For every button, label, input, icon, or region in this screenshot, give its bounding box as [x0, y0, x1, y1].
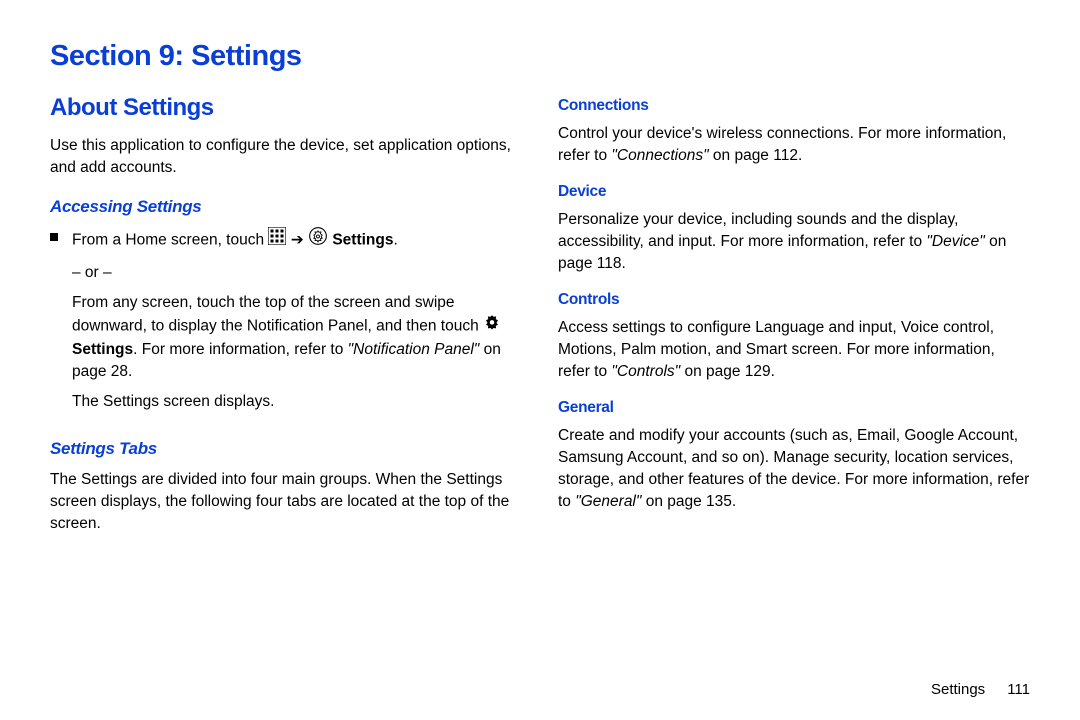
- footer-section-label: Settings: [931, 681, 985, 698]
- connections-heading: Connections: [558, 95, 1030, 117]
- about-settings-heading: About Settings: [50, 91, 522, 125]
- settings-tabs-heading: Settings Tabs: [50, 437, 522, 461]
- controls-heading: Controls: [558, 289, 1030, 311]
- connections-page-ref: on page 112.: [709, 147, 803, 164]
- device-heading: Device: [558, 181, 1030, 203]
- step-period: .: [394, 232, 398, 249]
- device-body: Personalize your device, including sound…: [558, 209, 1030, 275]
- controls-page-ref: on page 129.: [680, 363, 775, 380]
- two-column-layout: About Settings Use this application to c…: [50, 91, 1030, 543]
- accessing-settings-heading: Accessing Settings: [50, 195, 522, 219]
- from-any-screen-text: From any screen, touch the top of the sc…: [72, 292, 522, 383]
- connections-body: Control your device's wireless connectio…: [558, 123, 1030, 167]
- settings-gear-outline-icon: [308, 226, 328, 253]
- general-heading: General: [558, 397, 1030, 419]
- right-column: Connections Control your device's wirele…: [558, 91, 1030, 543]
- settings-screen-displays: The Settings screen displays.: [72, 391, 522, 413]
- device-ref: "Device": [926, 233, 984, 250]
- about-settings-body: Use this application to configure the de…: [50, 135, 522, 179]
- connections-ref: "Connections": [611, 147, 708, 164]
- controls-body: Access settings to configure Language an…: [558, 317, 1030, 383]
- controls-ref: "Controls": [611, 363, 680, 380]
- step-arrow: ➔: [291, 232, 308, 249]
- step-settings-label: Settings: [332, 232, 393, 249]
- general-page-ref: on page 135.: [641, 493, 736, 510]
- accessing-step-line1: From a Home screen, touch: [72, 227, 522, 254]
- general-ref: "General": [575, 493, 641, 510]
- accessing-step: From a Home screen, touch: [50, 227, 522, 421]
- square-bullet-icon: [50, 233, 58, 241]
- step-prefix-text: From a Home screen, touch: [72, 232, 268, 249]
- device-body-text: Personalize your device, including sound…: [558, 211, 958, 250]
- general-body: Create and modify your accounts (such as…: [558, 425, 1030, 513]
- page-footer: Settings 111: [931, 681, 1030, 698]
- from-any-part2: . For more information, refer to: [133, 341, 348, 358]
- footer-page-number: 111: [1007, 681, 1030, 698]
- left-column: About Settings Use this application to c…: [50, 91, 522, 543]
- from-any-settings-label: Settings: [72, 341, 133, 358]
- accessing-step-content: From a Home screen, touch: [72, 227, 522, 421]
- notification-panel-ref: "Notification Panel": [348, 341, 480, 358]
- page-container: Section 9: Settings About Settings Use t…: [0, 0, 1080, 720]
- from-any-part1: From any screen, touch the top of the sc…: [72, 294, 483, 335]
- settings-gear-solid-icon: [483, 313, 501, 338]
- section-title: Section 9: Settings: [50, 40, 1030, 73]
- apps-grid-icon: [268, 227, 286, 252]
- settings-tabs-body: The Settings are divided into four main …: [50, 469, 522, 535]
- or-separator: – or –: [72, 262, 522, 284]
